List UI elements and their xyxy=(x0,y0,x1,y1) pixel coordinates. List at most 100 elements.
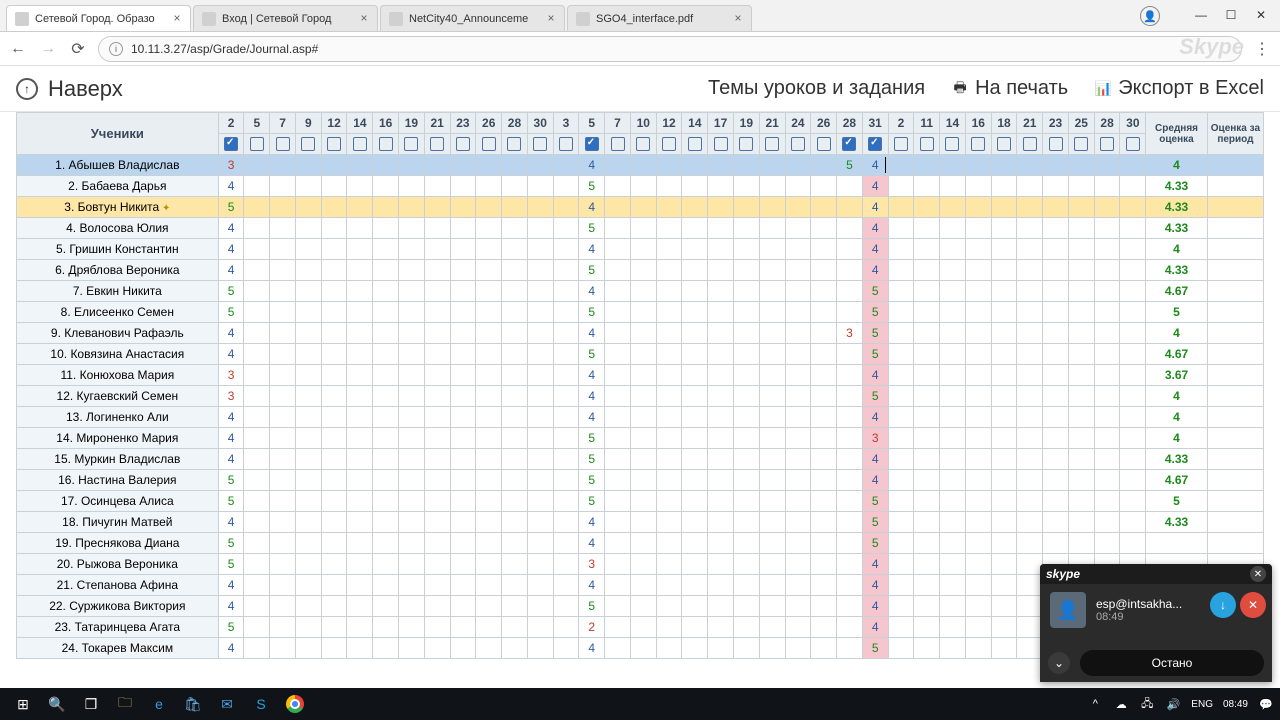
grade-cell[interactable] xyxy=(270,575,296,596)
grade-cell[interactable] xyxy=(965,596,991,617)
grade-cell[interactable] xyxy=(759,449,785,470)
student-name-cell[interactable]: 1. Абышев Владислав xyxy=(17,155,219,176)
grade-cell[interactable] xyxy=(785,491,811,512)
grade-cell[interactable] xyxy=(321,617,347,638)
grade-cell[interactable] xyxy=(295,155,321,176)
date-checkbox[interactable] xyxy=(765,137,779,151)
grade-cell[interactable] xyxy=(656,239,682,260)
grade-cell[interactable] xyxy=(244,281,270,302)
grade-cell[interactable] xyxy=(914,638,940,659)
date-header[interactable]: 16 xyxy=(965,113,991,134)
grade-cell[interactable] xyxy=(682,386,708,407)
grade-cell[interactable] xyxy=(991,470,1017,491)
grade-cell[interactable] xyxy=(450,176,476,197)
grade-cell[interactable] xyxy=(347,302,373,323)
grade-cell[interactable] xyxy=(888,302,914,323)
grade-cell[interactable] xyxy=(347,281,373,302)
grade-cell[interactable] xyxy=(837,449,863,470)
grade-cell[interactable] xyxy=(476,197,502,218)
grade-cell[interactable] xyxy=(837,344,863,365)
grade-cell[interactable] xyxy=(965,491,991,512)
grade-cell[interactable]: 4 xyxy=(218,323,244,344)
grade-cell[interactable]: 5 xyxy=(862,512,888,533)
grade-cell[interactable] xyxy=(811,554,837,575)
grade-cell[interactable] xyxy=(399,197,425,218)
grade-cell[interactable] xyxy=(527,470,553,491)
grade-cell[interactable]: 4 xyxy=(862,449,888,470)
grade-cell[interactable] xyxy=(656,323,682,344)
grade-cell[interactable] xyxy=(270,617,296,638)
period-cell[interactable] xyxy=(1207,470,1263,491)
grade-cell[interactable] xyxy=(811,176,837,197)
grade-cell[interactable]: 4 xyxy=(862,617,888,638)
grade-cell[interactable] xyxy=(759,428,785,449)
date-checkbox[interactable] xyxy=(353,137,367,151)
grade-cell[interactable] xyxy=(991,386,1017,407)
grade-cell[interactable] xyxy=(1094,323,1120,344)
grade-cell[interactable] xyxy=(888,407,914,428)
grade-cell[interactable] xyxy=(965,512,991,533)
grade-cell[interactable] xyxy=(1043,239,1069,260)
grade-cell[interactable] xyxy=(759,239,785,260)
grade-cell[interactable] xyxy=(708,260,734,281)
grade-cell[interactable] xyxy=(1043,260,1069,281)
grade-cell[interactable] xyxy=(399,491,425,512)
grade-cell[interactable] xyxy=(940,407,966,428)
date-header[interactable]: 25 xyxy=(1068,113,1094,134)
grade-cell[interactable] xyxy=(682,533,708,554)
grade-cell[interactable] xyxy=(965,533,991,554)
student-name-cell[interactable]: 4. Волосова Юлия xyxy=(17,218,219,239)
date-header[interactable]: 11 xyxy=(914,113,940,134)
store-icon[interactable]: 🛍 xyxy=(176,688,210,720)
grade-cell[interactable] xyxy=(708,407,734,428)
grade-cell[interactable] xyxy=(630,512,656,533)
grade-cell[interactable] xyxy=(759,365,785,386)
grade-cell[interactable] xyxy=(940,239,966,260)
date-header[interactable]: 7 xyxy=(270,113,296,134)
grade-cell[interactable] xyxy=(888,344,914,365)
grade-cell[interactable] xyxy=(811,428,837,449)
grade-cell[interactable] xyxy=(914,512,940,533)
grade-cell[interactable] xyxy=(373,596,399,617)
grade-cell[interactable] xyxy=(1068,155,1094,176)
student-row[interactable]: 6. Дряблова Вероника4544.33 xyxy=(17,260,1264,281)
grade-cell[interactable] xyxy=(656,218,682,239)
grade-cell[interactable] xyxy=(1068,365,1094,386)
grade-cell[interactable] xyxy=(270,491,296,512)
grade-cell[interactable] xyxy=(888,596,914,617)
grade-cell[interactable] xyxy=(965,302,991,323)
grade-cell[interactable] xyxy=(270,344,296,365)
grade-cell[interactable] xyxy=(605,617,631,638)
grade-cell[interactable] xyxy=(502,176,528,197)
grade-cell[interactable] xyxy=(1017,176,1043,197)
grade-cell[interactable] xyxy=(656,302,682,323)
grade-cell[interactable] xyxy=(424,638,450,659)
grade-cell[interactable] xyxy=(785,638,811,659)
grade-cell[interactable] xyxy=(553,197,579,218)
student-row[interactable]: 17. Осинцева Алиса5555 xyxy=(17,491,1264,512)
grade-cell[interactable] xyxy=(553,407,579,428)
student-name-cell[interactable]: 11. Конюхова Мария xyxy=(17,365,219,386)
student-name-cell[interactable]: 21. Степанова Афина xyxy=(17,575,219,596)
grade-cell[interactable] xyxy=(1094,344,1120,365)
task-view-button[interactable]: ❐ xyxy=(74,688,108,720)
grade-cell[interactable] xyxy=(1017,407,1043,428)
grade-cell[interactable]: 5 xyxy=(862,533,888,554)
grade-cell[interactable] xyxy=(270,176,296,197)
tray-clock[interactable]: 08:49 xyxy=(1223,699,1248,710)
print-button[interactable]: 🖶 На печать xyxy=(951,77,1068,100)
grade-cell[interactable] xyxy=(270,239,296,260)
date-checkbox[interactable] xyxy=(636,137,650,151)
grade-cell[interactable] xyxy=(837,428,863,449)
grade-cell[interactable] xyxy=(553,596,579,617)
grade-cell[interactable] xyxy=(321,575,347,596)
grade-cell[interactable] xyxy=(733,407,759,428)
grade-cell[interactable] xyxy=(759,281,785,302)
grade-cell[interactable] xyxy=(244,386,270,407)
grade-cell[interactable]: 4 xyxy=(579,386,605,407)
grade-cell[interactable] xyxy=(399,155,425,176)
grade-cell[interactable] xyxy=(605,533,631,554)
tray-volume-icon[interactable]: 🔊 xyxy=(1165,696,1181,712)
grade-cell[interactable] xyxy=(476,512,502,533)
grade-cell[interactable] xyxy=(940,260,966,281)
